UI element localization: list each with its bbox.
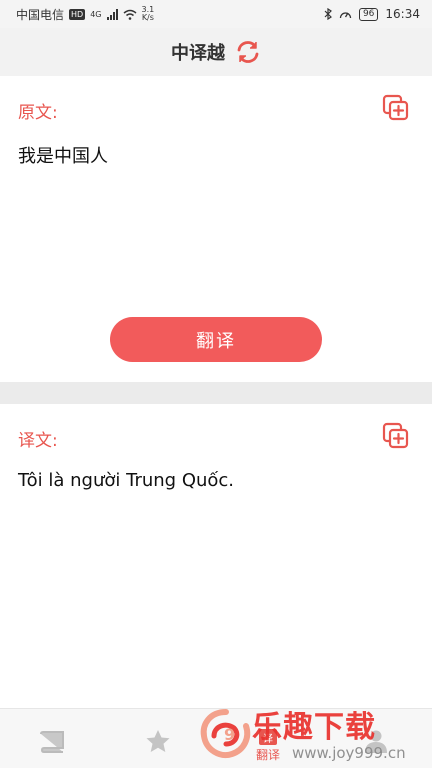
star-icon bbox=[146, 730, 170, 752]
divider bbox=[0, 382, 432, 404]
speed-unit: K/s bbox=[141, 13, 154, 22]
translate-icon: 译 bbox=[259, 729, 277, 745]
user-icon bbox=[365, 730, 387, 753]
target-panel: 译文: Tôi là người Trung Quốc. bbox=[0, 404, 432, 708]
copy-add-icon[interactable] bbox=[382, 94, 410, 122]
book-icon bbox=[40, 731, 64, 753]
nav-favorites[interactable] bbox=[128, 717, 188, 765]
status-bar: 中国电信 HD 4G 3.1 K/s 96 16:34 bbox=[0, 0, 432, 28]
nav-translate[interactable]: 译 翻译 bbox=[238, 717, 298, 765]
page-title: 中译越 bbox=[171, 43, 225, 64]
carrier-label: 中国电信 bbox=[16, 7, 65, 22]
battery-indicator: 96 bbox=[358, 7, 379, 21]
target-text: Tôi là người Trung Quốc. bbox=[18, 470, 235, 491]
nav-profile[interactable] bbox=[346, 717, 406, 765]
signal-icon bbox=[106, 8, 118, 20]
refresh-swap-icon[interactable] bbox=[235, 39, 261, 65]
target-label: 译文: bbox=[18, 431, 58, 451]
app-header: 中译越 bbox=[0, 28, 432, 76]
bottom-nav: 译 翻译 bbox=[0, 708, 432, 768]
copy-add-icon[interactable] bbox=[382, 422, 410, 450]
source-label: 原文: bbox=[18, 103, 58, 123]
nav-book[interactable] bbox=[22, 717, 82, 765]
wifi-icon bbox=[123, 9, 136, 20]
source-text-input[interactable]: 我是中国人 bbox=[18, 142, 414, 168]
hd-badge: HD bbox=[69, 8, 86, 20]
translate-button[interactable]: 翻译 bbox=[110, 317, 322, 362]
speed-indicator: 3.1 K/s bbox=[142, 6, 155, 22]
clock: 16:34 bbox=[385, 7, 420, 21]
bluetooth-icon bbox=[324, 8, 332, 20]
source-panel: 原文: 我是中国人 翻译 bbox=[0, 76, 432, 382]
nav-translate-label: 翻译 bbox=[255, 748, 280, 762]
network-type: 4G bbox=[90, 9, 102, 19]
speedometer-icon bbox=[339, 11, 352, 18]
